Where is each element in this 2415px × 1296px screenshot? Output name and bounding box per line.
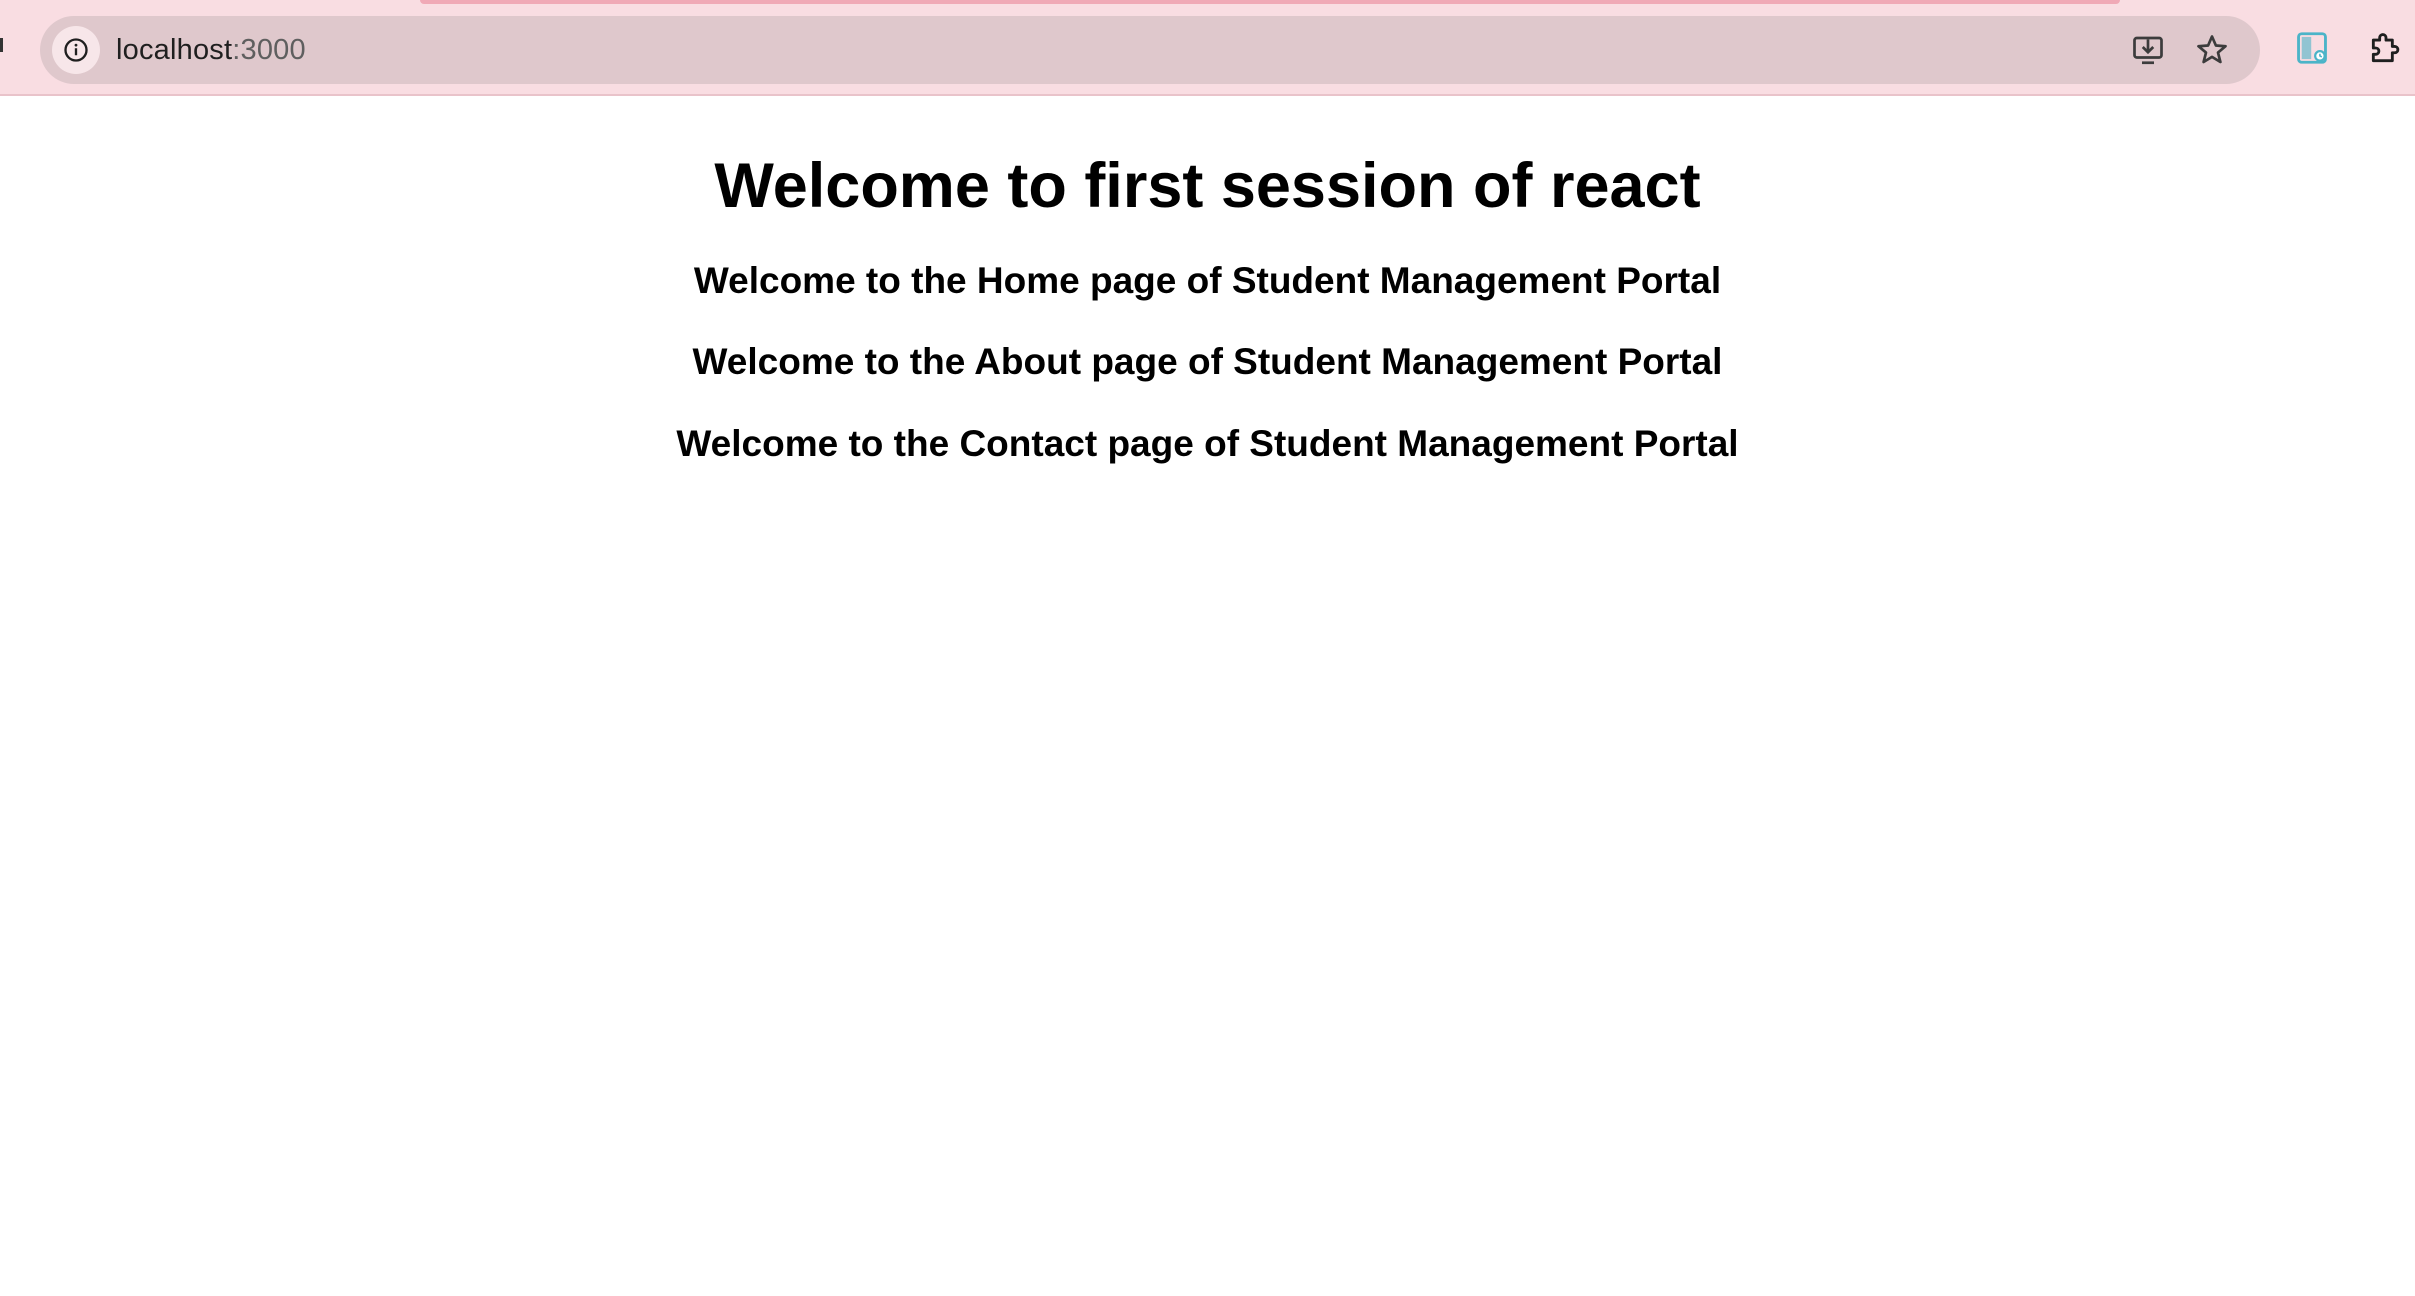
side-panel-extension-button[interactable]	[2292, 28, 2332, 68]
window-edge	[0, 38, 3, 52]
install-app-button[interactable]	[2128, 30, 2168, 70]
puzzle-piece-icon	[2371, 33, 2400, 63]
home-heading: Welcome to the Home page of Student Mana…	[693, 260, 1722, 301]
url-host: localhost	[116, 34, 233, 66]
bookmark-button[interactable]	[2192, 30, 2232, 70]
page-title: Welcome to first session of react	[714, 151, 1701, 221]
info-circle-icon	[64, 38, 88, 62]
url-port: :3000	[232, 34, 306, 66]
url-text[interactable]: localhost:3000	[116, 16, 306, 84]
address-bar[interactable]: localhost:3000	[40, 16, 2260, 84]
page-content: Welcome to first session of react Welcom…	[0, 96, 2415, 1296]
site-info-button[interactable]	[52, 26, 100, 74]
active-tab-edge[interactable]	[420, 0, 2120, 4]
about-heading: Welcome to the About page of Student Man…	[692, 341, 1723, 382]
install-app-icon	[2133, 36, 2163, 65]
extensions-button[interactable]	[2366, 28, 2406, 68]
star-icon	[2197, 35, 2227, 64]
side-panel-icon	[2297, 32, 2327, 64]
browser-toolbar: localhost:3000	[0, 0, 2415, 96]
contact-heading: Welcome to the Contact page of Student M…	[676, 423, 1739, 464]
